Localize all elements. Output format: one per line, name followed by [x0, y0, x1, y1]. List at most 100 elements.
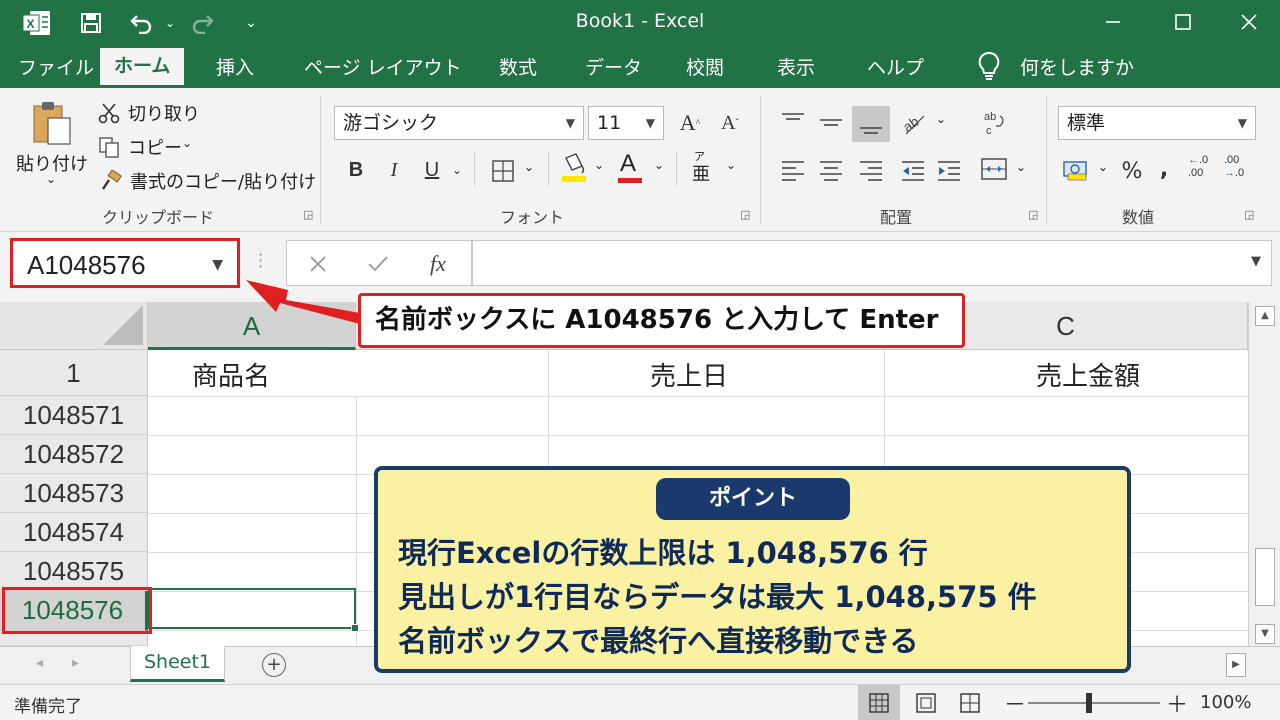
decrease-decimal-icon: .00 →.0	[1224, 154, 1245, 179]
active-cell[interactable]	[148, 588, 356, 629]
orientation-button[interactable]: ab ⌄	[900, 108, 950, 140]
group-separator	[474, 152, 475, 186]
row-header[interactable]: 1048573	[0, 474, 148, 513]
align-left-icon[interactable]	[780, 158, 806, 182]
zoom-slider-track[interactable]	[1028, 702, 1160, 704]
select-all-corner[interactable]	[0, 302, 148, 350]
prev-sheet-icon[interactable]: ◂	[36, 655, 43, 671]
insert-function-button[interactable]: fx	[420, 246, 456, 282]
zoom-slider-thumb[interactable]	[1086, 693, 1092, 713]
tab-file[interactable]: ファイル	[18, 53, 94, 83]
grid-line	[148, 435, 1248, 436]
align-bottom-button[interactable]	[852, 106, 890, 142]
increase-indent-icon[interactable]	[936, 158, 962, 182]
row-header[interactable]: 1048571	[0, 396, 148, 435]
page-break-view-icon[interactable]	[960, 693, 980, 713]
tell-me-search[interactable]: 何をしますか	[1020, 53, 1134, 83]
merge-center-button[interactable]: ⌄	[980, 156, 1030, 186]
tab-page-layout[interactable]: ページ レイアウト	[304, 53, 462, 83]
font-color-swatch	[618, 178, 642, 183]
cut-button[interactable]: 切り取り	[96, 100, 206, 128]
zoom-level[interactable]: 100%	[1200, 692, 1251, 713]
grid-line	[148, 396, 1248, 397]
format-painter-button[interactable]: 書式のコピー/貼り付け	[96, 168, 316, 196]
add-sheet-button[interactable]: +	[262, 653, 286, 677]
underline-dropdown-icon[interactable]: ⌄	[448, 154, 466, 186]
point-line: 名前ボックスで最終行へ直接移動できる	[398, 624, 919, 658]
tab-formulas[interactable]: 数式	[499, 53, 537, 83]
maximize-icon[interactable]	[1160, 4, 1206, 40]
ribbon-tabs: ファイル ホーム 挿入 ページ レイアウト 数式 データ 校閲 表示 ヘルプ 何…	[0, 46, 1280, 88]
tab-view[interactable]: 表示	[777, 53, 815, 83]
row-header[interactable]: 1048574	[0, 513, 148, 552]
borders-button[interactable]: ⌄	[488, 156, 538, 186]
grow-font-icon[interactable]: A ^	[676, 108, 704, 138]
tab-data[interactable]: データ	[585, 53, 642, 83]
fill-handle[interactable]	[351, 624, 359, 632]
zoom-in-button[interactable]: ＋	[1166, 687, 1188, 719]
fill-color-button[interactable]: ⌄	[558, 152, 608, 186]
expand-formula-icon[interactable]: ▼	[1251, 254, 1261, 269]
tab-home[interactable]: ホーム	[100, 48, 185, 88]
sheet-tab-sheet1[interactable]: Sheet1	[130, 646, 225, 682]
orientation-dropdown-icon: ⌄	[936, 112, 947, 126]
next-sheet-icon[interactable]: ▸	[72, 655, 79, 671]
align-top-icon[interactable]	[780, 110, 806, 134]
font-size-combo[interactable]: 11 ▼	[588, 106, 664, 140]
scroll-right-icon[interactable]: ▶	[1226, 653, 1246, 677]
vertical-scrollbar[interactable]: ▲ ▼	[1248, 302, 1280, 646]
align-right-icon[interactable]	[858, 158, 884, 182]
name-box[interactable]: A1048576 ▼	[10, 238, 240, 288]
increase-decimal-button[interactable]: ←.0.00	[1188, 154, 1220, 188]
shrink-font-icon[interactable]: Aˇ	[716, 108, 744, 138]
percent-button[interactable]: %	[1118, 156, 1146, 186]
row-header-1[interactable]: 1	[0, 350, 148, 396]
clipboard-launcher-icon[interactable]: ◲	[303, 208, 313, 221]
phonetic-button[interactable]: ア 亜 ⌄	[690, 150, 744, 186]
group-separator	[1046, 96, 1047, 224]
comma-button[interactable]: ,	[1154, 154, 1174, 184]
paste-button[interactable]: 貼り付け ⌄	[14, 96, 90, 196]
font-launcher-icon[interactable]: ◲	[740, 208, 750, 221]
normal-view-button[interactable]	[858, 685, 900, 720]
accounting-format-button[interactable]: ⌄	[1062, 156, 1112, 186]
header-cell-product[interactable]: 商品名	[192, 356, 270, 393]
underline-button[interactable]: U	[418, 154, 446, 186]
align-middle-icon[interactable]	[818, 110, 844, 134]
alignment-launcher-icon[interactable]: ◲	[1028, 208, 1038, 221]
close-icon[interactable]	[1226, 4, 1272, 40]
borders-icon	[492, 160, 514, 182]
number-format-combo[interactable]: 標準 ▼	[1058, 106, 1256, 140]
decrease-decimal-button[interactable]: .00 →.0	[1224, 154, 1256, 188]
wrap-text-button[interactable]: ab c	[982, 108, 1012, 140]
number-launcher-icon[interactable]: ◲	[1244, 208, 1254, 221]
header-cell-sales-amount[interactable]: 売上金額	[1036, 356, 1140, 393]
align-center-icon[interactable]	[818, 158, 844, 182]
row-header[interactable]: 1048572	[0, 435, 148, 474]
scroll-down-icon[interactable]: ▼	[1255, 624, 1275, 644]
status-bar: 準備完了 － ＋ 100%	[0, 684, 1280, 720]
italic-button[interactable]: I	[380, 154, 408, 186]
minimize-icon[interactable]	[1090, 4, 1136, 40]
font-name-combo[interactable]: 游ゴシック ▼	[334, 106, 584, 140]
tab-insert[interactable]: 挿入	[216, 53, 254, 83]
zoom-out-button[interactable]: －	[1004, 687, 1026, 719]
scissors-icon	[98, 103, 120, 124]
scroll-thumb[interactable]	[1255, 548, 1275, 606]
page-layout-view-icon[interactable]	[916, 693, 936, 713]
bold-button[interactable]: B	[342, 154, 370, 186]
font-color-button[interactable]: A ⌄	[614, 150, 668, 186]
copy-icon	[99, 137, 119, 158]
formula-bar-splitter-icon[interactable]: · · ·	[258, 247, 263, 275]
copy-button[interactable]: コピー ⌄	[96, 134, 206, 162]
tab-review[interactable]: 校閲	[686, 53, 724, 83]
formula-input[interactable]: ▼	[472, 240, 1272, 286]
tab-help[interactable]: ヘルプ	[867, 53, 924, 83]
row-header[interactable]: 1048575	[0, 552, 148, 591]
header-cell-sales-date[interactable]: 売上日	[650, 356, 728, 393]
scroll-up-icon[interactable]: ▲	[1255, 306, 1275, 326]
fill-color-dropdown-icon: ⌄	[594, 158, 605, 172]
chevron-down-icon: ▼	[565, 116, 575, 130]
copy-label: コピー	[128, 138, 182, 159]
decrease-indent-icon[interactable]	[900, 158, 926, 182]
